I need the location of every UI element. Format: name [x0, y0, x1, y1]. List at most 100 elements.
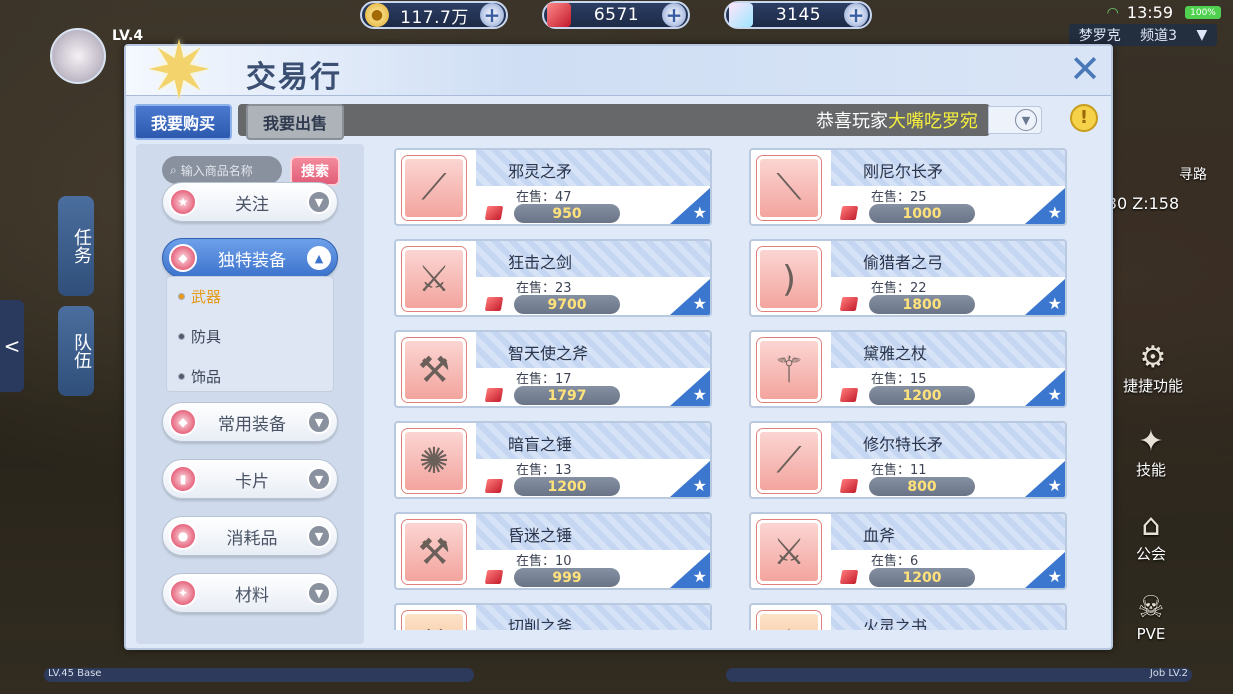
category-card[interactable]: ▮ 卡片 ▼	[162, 459, 338, 499]
item-name: 邪灵之矛	[508, 162, 573, 181]
item-card[interactable]: ⟍ 刚尼尔长矛 在售：25 1000 ★	[749, 148, 1067, 226]
category-common-equipment[interactable]: ◆ 常用装备 ▼	[162, 402, 338, 442]
category-consumable[interactable]: ● 消耗品 ▼	[162, 516, 338, 556]
item-card[interactable]: ✺ 暗盲之锤 在售：13 1200 ★	[394, 421, 712, 499]
add-diamond-button[interactable]: +	[844, 3, 868, 27]
subcategory-label: 饰品	[191, 368, 222, 386]
item-card[interactable]: ⚒ 智天使之斧 在售：17 1797 ★	[394, 330, 712, 408]
player-avatar[interactable]	[50, 28, 106, 84]
pathfind-button[interactable]: 寻路	[1163, 164, 1223, 184]
item-name: 昏迷之锤	[508, 526, 573, 545]
category-label: 常用装备	[218, 414, 286, 435]
filter-dropdown[interactable]: ▼	[988, 106, 1042, 134]
star-icon[interactable]: ★	[693, 567, 707, 586]
item-card[interactable]: ⚔ 血斧 在售：6 1200 ★	[749, 512, 1067, 590]
item-price: 950	[514, 204, 620, 223]
item-price: 800	[869, 477, 975, 496]
item-stock: 在售：25	[871, 190, 927, 205]
battery-indicator: 100%	[1185, 6, 1221, 19]
star-icon[interactable]: ★	[693, 476, 707, 495]
item-name: 刚尼尔长矛	[863, 162, 944, 181]
item-grid: ⟋ 邪灵之矛 在售：47 950 ★ ⟍ 刚尼尔长矛 在售：25 1000 ★ …	[368, 144, 1103, 630]
skill-icon: ✦	[1138, 424, 1164, 459]
item-price: 999	[514, 568, 620, 587]
star-icon[interactable]: ★	[1048, 294, 1062, 313]
task-tab[interactable]: 任务	[58, 196, 94, 296]
item-name: 暗盲之锤	[508, 435, 573, 454]
subcategory-armor[interactable]: 防具	[178, 326, 221, 347]
search-input[interactable]: ⌕ 输入商品名称	[162, 156, 282, 184]
subcategory-weapon[interactable]: 武器	[178, 286, 221, 307]
blood-axe-icon: ⚔	[757, 520, 821, 584]
shortcut-button[interactable]: ⚙ 捷捷功能	[1123, 340, 1183, 396]
item-card[interactable]: ⚒ 昏迷之锤 在售：10 999 ★	[394, 512, 712, 590]
spear-icon: ⟋	[402, 156, 466, 220]
chevron-down-icon: ▼	[1015, 109, 1037, 131]
skill-button[interactable]: ✦ 技能	[1121, 424, 1181, 480]
tab-buy[interactable]: 我要购买	[134, 104, 232, 140]
star-icon[interactable]: ★	[1048, 476, 1062, 495]
item-card[interactable]: ⚒ 切削之斧	[394, 603, 712, 630]
item-stock: 在售：23	[516, 281, 572, 296]
category-material[interactable]: ✦ 材料 ▼	[162, 573, 338, 613]
star-icon[interactable]: ★	[1048, 567, 1062, 586]
item-stock: 在售：11	[871, 463, 927, 478]
category-label: 独特装备	[218, 250, 286, 271]
base-exp-label: LV.45 Base	[48, 668, 102, 679]
sword-icon: ⚔	[402, 247, 466, 311]
item-card[interactable]: ✹ 火灵之书	[749, 603, 1067, 630]
item-price: 1200	[514, 477, 620, 496]
star-icon[interactable]: ★	[1048, 203, 1062, 222]
chevron-down-icon: ▼	[307, 467, 331, 491]
star-emblem-icon: ✷	[145, 24, 213, 117]
category-follow[interactable]: ★ 关注 ▼	[162, 182, 338, 222]
chevron-down-icon: ▼	[307, 524, 331, 548]
item-name: 切削之斧	[508, 617, 573, 630]
item-card[interactable]: ⚔ 狂击之剑 在售：23 9700 ★	[394, 239, 712, 317]
job-exp-label: Job LV.2	[1149, 668, 1188, 679]
star-icon[interactable]: ★	[693, 294, 707, 313]
bow-icon: )	[757, 247, 821, 311]
add-gold-button[interactable]: +	[480, 3, 504, 27]
server-info[interactable]: 梦罗克 频道3 ▼	[1069, 24, 1217, 46]
coordinates: 30 Z:158	[1103, 194, 1183, 213]
bullet-icon	[178, 333, 185, 340]
star-icon[interactable]: ★	[693, 385, 707, 404]
close-button[interactable]: ✕	[1067, 50, 1103, 88]
category-label: 消耗品	[226, 528, 278, 549]
guild-button[interactable]: ⌂ 公会	[1121, 508, 1181, 564]
item-price: 1200	[869, 568, 975, 587]
collapse-left-arrow-icon[interactable]: <	[0, 300, 24, 392]
red-gem-icon	[484, 388, 504, 402]
star-icon[interactable]: ★	[1048, 385, 1062, 404]
pve-button[interactable]: ☠ PVE	[1121, 590, 1181, 643]
item-card[interactable]: ⟋ 修尔特长矛 在售：11 800 ★	[749, 421, 1067, 499]
marquee-player-name: 大嘴吃罗宛	[888, 111, 978, 132]
info-icon[interactable]: !	[1070, 104, 1098, 132]
star-icon[interactable]: ★	[693, 203, 707, 222]
item-card[interactable]: ⟋ 邪灵之矛 在售：47 950 ★	[394, 148, 712, 226]
add-red-gem-button[interactable]: +	[662, 3, 686, 27]
chevron-down-icon: ▼	[307, 581, 331, 605]
chevron-down-icon: ▼	[307, 410, 331, 434]
red-gem-currency: 6571 +	[542, 1, 690, 29]
item-name: 血斧	[863, 526, 896, 545]
close-icon: ✕	[1069, 47, 1101, 91]
subcategory-accessory[interactable]: 饰品	[178, 366, 221, 387]
item-card[interactable]: ⚚ 黛雅之杖 在售：15 1200 ★	[749, 330, 1067, 408]
red-gem-icon	[839, 206, 859, 220]
channel-name: 频道3	[1140, 28, 1178, 44]
material-icon: ✦	[169, 579, 197, 607]
team-tab[interactable]: 队伍	[58, 306, 94, 396]
diamond-icon	[729, 3, 753, 27]
chevron-down-icon: ▼	[307, 190, 331, 214]
search-placeholder: 输入商品名称	[180, 163, 253, 178]
item-card[interactable]: ) 偷猎者之弓 在售：22 1800 ★	[749, 239, 1067, 317]
panel-title: 交易行	[246, 60, 342, 95]
tab-sell[interactable]: 我要出售	[246, 104, 344, 140]
lance-icon: ⟍	[757, 156, 821, 220]
category-unique-equipment[interactable]: ◆ 独特装备 ▲	[162, 238, 338, 278]
red-gem-icon	[484, 570, 504, 584]
red-gem-icon	[839, 297, 859, 311]
red-gem-amount: 6571	[593, 5, 640, 25]
